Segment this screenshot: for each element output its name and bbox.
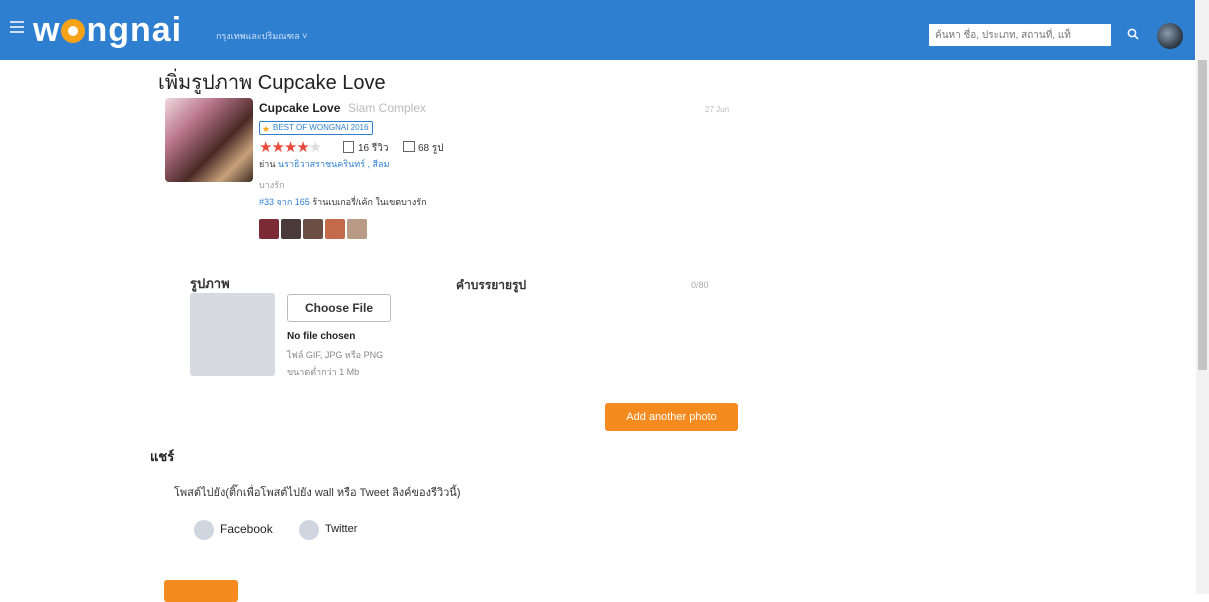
review-icon xyxy=(343,141,354,153)
star-filled-icon: ★★★★ xyxy=(259,139,310,156)
char-counter: 0/80 xyxy=(691,280,709,290)
page-title: เพิ่มรูปภาพ Cupcake Love xyxy=(158,72,386,94)
submit-button[interactable] xyxy=(164,580,238,602)
photo-thumbnail[interactable] xyxy=(281,219,301,239)
review-count[interactable]: 16 รีวิว xyxy=(358,141,389,156)
share-description: โพสต์ไปยัง(ติ๊กเพื่อโพสต์ไปยัง wall หรือ… xyxy=(174,487,461,499)
star-empty-icon: ★ xyxy=(308,139,322,156)
description-label: คำบรรยายรูป xyxy=(456,278,527,292)
no-file-text: No file chosen xyxy=(287,331,356,342)
area-prefix: ย่าน xyxy=(259,159,276,169)
badge-label: BEST OF WONGNAI 2016 xyxy=(273,123,369,132)
restaurant-district: บางรัก xyxy=(259,180,285,190)
star-icon: ★ xyxy=(262,124,271,134)
menu-icon[interactable] xyxy=(10,21,24,33)
restaurant-photo[interactable] xyxy=(165,98,253,182)
file-size-hint: ขนาดต่ำกว่า 1 Mb xyxy=(287,367,360,377)
photo-thumbnail[interactable] xyxy=(259,219,279,239)
photo-icon xyxy=(403,141,415,152)
file-types-hint: ไฟล์ GIF, JPG หรือ PNG xyxy=(287,350,384,360)
search-icon[interactable] xyxy=(1127,28,1139,40)
photo-thumbnails xyxy=(259,219,369,239)
facebook-icon[interactable] xyxy=(194,520,214,540)
best-of-badge: ★ BEST OF WONGNAI 2016 xyxy=(259,121,374,135)
twitter-icon[interactable] xyxy=(299,520,319,540)
restaurant-branch: Siam Complex xyxy=(348,101,427,115)
twitter-label[interactable]: Twitter xyxy=(325,523,357,535)
area-links[interactable]: นราธิวาสราชนครินทร์ , สีลม xyxy=(278,159,390,169)
facebook-label[interactable]: Facebook xyxy=(220,522,273,536)
user-avatar[interactable] xyxy=(1157,23,1183,49)
photo-label: รูปภาพ xyxy=(190,276,230,291)
upload-preview xyxy=(190,293,275,376)
add-another-photo-button[interactable]: Add another photo xyxy=(605,403,738,431)
photo-thumbnail[interactable] xyxy=(347,219,367,239)
rank-text[interactable]: ร้านเบเกอรี่/เค้ก ในเขตบางรัก xyxy=(312,197,426,207)
choose-file-button[interactable]: Choose File xyxy=(287,294,391,322)
wongnai-logo[interactable]: w ngnai xyxy=(33,13,182,47)
restaurant-area: ย่าน นราธิวาสราชนครินทร์ , สีลม xyxy=(259,157,390,171)
region-selector[interactable]: กรุงเทพและปริมณฑล ˅ xyxy=(216,29,307,43)
rank-number[interactable]: #33 จาก 165 xyxy=(259,197,310,207)
restaurant-name[interactable]: Cupcake Love xyxy=(259,101,340,115)
top-nav-bar: w ngnai กรุงเทพและปริมณฑล ˅ xyxy=(0,0,1195,60)
search-input[interactable] xyxy=(929,24,1111,46)
restaurant-timestamp: 27 Jun xyxy=(705,105,730,114)
share-heading: แชร์ xyxy=(150,449,175,464)
photo-thumbnail[interactable] xyxy=(303,219,323,239)
restaurant-rank[interactable]: #33 จาก 165 ร้านเบเกอรี่/เค้ก ในเขตบางรั… xyxy=(259,195,427,209)
photo-thumbnail[interactable] xyxy=(325,219,345,239)
logo-o-icon xyxy=(61,19,86,43)
rating-stars: ★★★★★ xyxy=(259,138,322,156)
photo-count[interactable]: 68 รูป xyxy=(418,141,444,156)
scrollbar-thumb[interactable] xyxy=(1198,60,1207,370)
